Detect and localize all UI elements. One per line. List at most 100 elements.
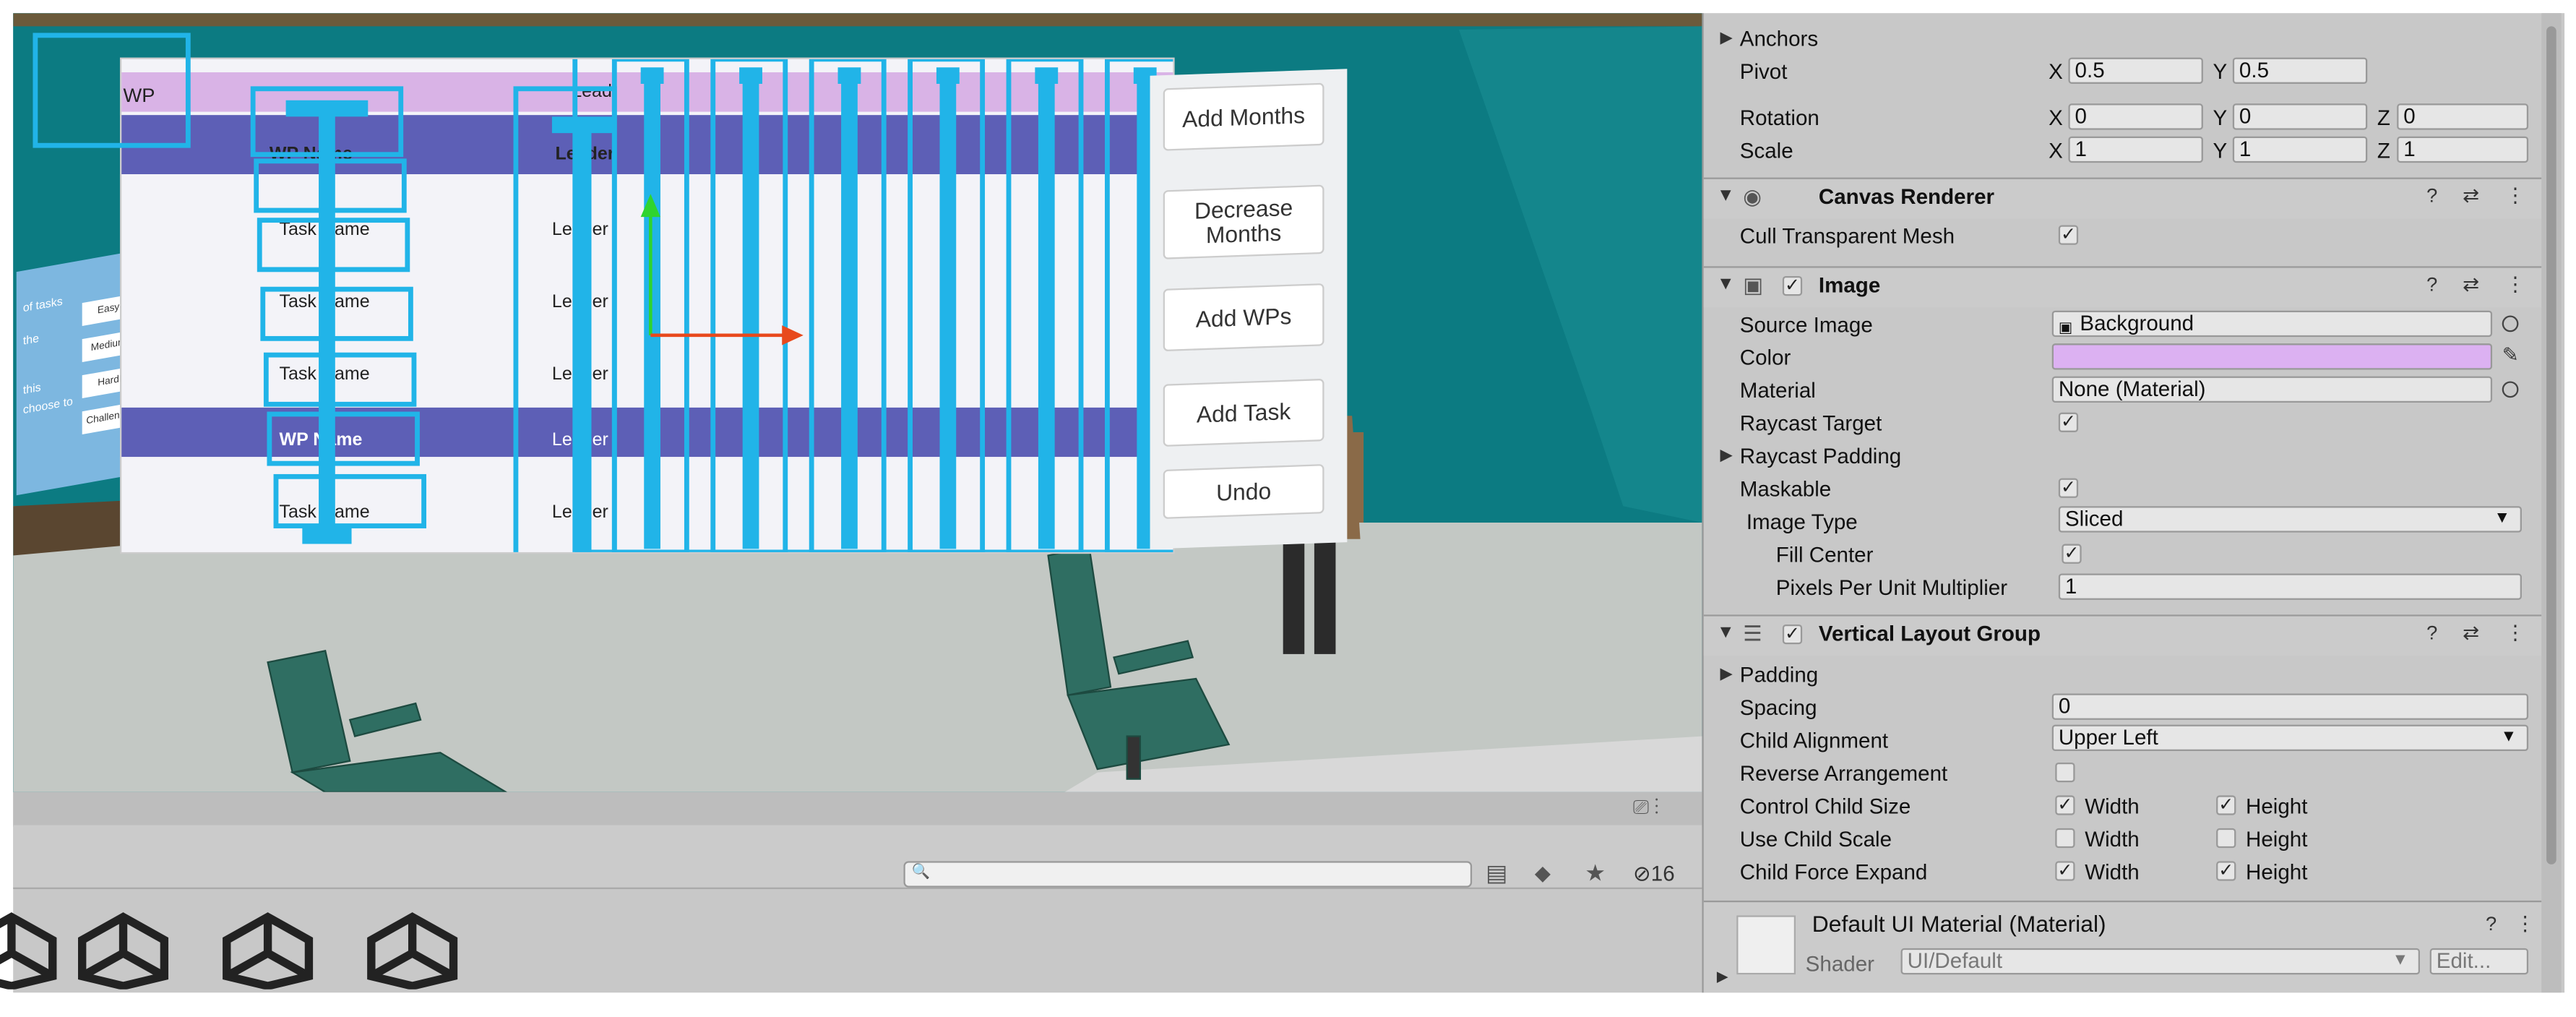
material-row: Material None (Material): [1704, 374, 2542, 407]
hidden-count-value: 16: [1650, 861, 1675, 886]
unity-asset-icon[interactable]: [0, 911, 59, 990]
fold-arrow-icon[interactable]: ▼: [1717, 186, 1735, 205]
image-header[interactable]: ▼ ▣ ✓ Image ? ⇄ ⋮: [1703, 266, 2542, 308]
decrease-months-button[interactable]: Decrease Months: [1163, 184, 1324, 259]
preset-icon[interactable]: ⇄: [2463, 273, 2479, 296]
unity-asset-icon[interactable]: [365, 911, 460, 990]
control-height-checkbox[interactable]: ✓: [2216, 795, 2236, 815]
rotation-z-field[interactable]: 0: [2397, 103, 2529, 130]
canvas-renderer-header[interactable]: ▼ ◉ Canvas Renderer ? ⇄ ⋮: [1703, 177, 2542, 219]
add-task-button[interactable]: Add Task: [1163, 378, 1324, 447]
shader-select[interactable]: UI/Default ▼: [1900, 948, 2421, 975]
maskable-checkbox[interactable]: ✓: [2058, 478, 2079, 498]
lock-icon[interactable]: ⎚ ⋮: [1633, 795, 1659, 820]
more-icon[interactable]: ⋮: [2505, 184, 2525, 207]
material-preview-block[interactable]: Default UI Material (Material) ? ⋮ Shade…: [1703, 900, 2542, 993]
material-field[interactable]: None (Material): [2051, 376, 2493, 403]
pivot-y-field[interactable]: 0.5: [2232, 57, 2368, 84]
padding-row[interactable]: ▶ Padding: [1704, 659, 2542, 692]
preset-icon[interactable]: ⇄: [2463, 184, 2479, 207]
scale-z-field[interactable]: 1: [2397, 136, 2529, 163]
edit-shader-button[interactable]: Edit...: [2429, 948, 2529, 975]
gantt-board[interactable]: Lead WP Name Leader Task Name Leader Tas…: [121, 59, 1173, 552]
cull-checkbox[interactable]: ✓: [2058, 225, 2079, 245]
object-picker-icon[interactable]: [2502, 315, 2519, 332]
vertical-layout-group-header[interactable]: ▼ ☰ ✓ Vertical Layout Group ? ⇄ ⋮: [1703, 614, 2542, 656]
eyedropper-icon[interactable]: ✎: [2502, 343, 2519, 366]
reverse-arrangement-label: Reverse Arrangement: [1739, 760, 1948, 786]
hidden-count[interactable]: ⊘16: [1633, 861, 1675, 887]
project-panel: ⎚ ⋮ 🔍 ▤ ⬥ ★ ⊘16: [0, 791, 1702, 993]
image-type-select[interactable]: Sliced ▼: [2058, 506, 2522, 533]
scale-y-field[interactable]: 1: [2232, 136, 2368, 163]
raycast-target-row: Raycast Target ✓: [1704, 408, 2542, 440]
help-icon[interactable]: ?: [2426, 621, 2437, 644]
object-picker-icon[interactable]: [2502, 381, 2519, 398]
unity-asset-icon[interactable]: [220, 911, 316, 990]
spacing-row: Spacing 0: [1704, 692, 2542, 724]
image-enabled-checkbox[interactable]: ✓: [1782, 275, 1803, 296]
ppu-label: Pixels Per Unit Multiplier: [1775, 575, 2008, 600]
more-icon[interactable]: ⋮: [2505, 273, 2525, 296]
inspector-scrollbar[interactable]: [2541, 13, 2562, 993]
fold-arrow-icon[interactable]: ▼: [1717, 275, 1735, 294]
filter-icon[interactable]: ▤: [1482, 858, 1512, 888]
add-wps-button[interactable]: Add WPs: [1163, 283, 1324, 352]
scrollbar-thumb[interactable]: [2546, 26, 2556, 864]
rotation-y-field[interactable]: 0: [2232, 103, 2368, 130]
source-image-field[interactable]: ▣ Background: [2051, 310, 2493, 338]
anchors-row[interactable]: ▶ Anchors: [1704, 23, 2542, 56]
more-icon[interactable]: ⋮: [2515, 912, 2535, 935]
rotation-x-field[interactable]: 0: [2068, 103, 2203, 130]
control-child-size-row: Control Child Size ✓ Width ✓ Height: [1704, 791, 2542, 823]
spacing-field[interactable]: 0: [2051, 693, 2529, 720]
reverse-arrangement-row: Reverse Arrangement: [1704, 758, 2542, 790]
maskable-row: Maskable ✓: [1704, 473, 2542, 506]
ppu-field[interactable]: 1: [2058, 573, 2522, 600]
help-icon[interactable]: ?: [2426, 273, 2437, 296]
control-width-checkbox[interactable]: ✓: [2055, 795, 2075, 815]
unity-asset-icon[interactable]: [76, 911, 171, 990]
expand-height-checkbox[interactable]: ✓: [2216, 861, 2236, 881]
raycast-padding-row[interactable]: ▶ Raycast Padding: [1704, 440, 2542, 473]
axis-y-label: Y: [2213, 105, 2228, 130]
cull-label: Cull Transparent Mesh: [1739, 223, 1955, 249]
image-icon: ▣: [1743, 273, 1764, 298]
preset-icon[interactable]: ⇄: [2463, 621, 2479, 644]
expand-arrow-icon[interactable]: ▶: [1720, 30, 1733, 48]
left-panel-text: of tasks: [22, 296, 63, 315]
expand-width-checkbox[interactable]: ✓: [2055, 861, 2075, 881]
source-image-label: Source Image: [1739, 312, 1873, 338]
tag-icon[interactable]: ⬥: [1528, 858, 1557, 888]
vlg-enabled-checkbox[interactable]: ✓: [1782, 624, 1803, 645]
axis-x-label: X: [2049, 59, 2063, 84]
expand-arrow-icon[interactable]: ▶: [1720, 447, 1733, 465]
anchors-label: Anchors: [1739, 26, 1819, 51]
more-icon[interactable]: ⋮: [2505, 621, 2525, 644]
expand-arrow-icon[interactable]: ▶: [1720, 666, 1733, 684]
expand-arrow-icon[interactable]: ▶: [1717, 968, 1728, 986]
help-icon[interactable]: ?: [2486, 912, 2497, 935]
help-icon[interactable]: ?: [2426, 184, 2437, 207]
scale-x-field[interactable]: 1: [2068, 136, 2203, 163]
fill-center-checkbox[interactable]: ✓: [2062, 544, 2082, 564]
dropdown-arrow-icon: ▼: [2500, 728, 2517, 747]
scale-width-checkbox[interactable]: [2055, 828, 2075, 849]
pivot-x-field[interactable]: 0.5: [2068, 57, 2203, 84]
fold-arrow-icon[interactable]: ▼: [1717, 623, 1735, 643]
fill-center-row: Fill Center ✓: [1704, 539, 2542, 572]
reverse-arrangement-checkbox[interactable]: [2055, 762, 2075, 783]
add-months-button[interactable]: Add Months: [1163, 82, 1324, 151]
star-icon[interactable]: ★: [1580, 858, 1610, 888]
color-swatch[interactable]: [2051, 343, 2493, 370]
scale-height-checkbox[interactable]: [2216, 828, 2236, 849]
search-input[interactable]: 🔍: [903, 861, 1473, 888]
scene-view[interactable]: of tasks the this choose to Easy Medium …: [13, 13, 1702, 792]
wp-label-selection[interactable]: WP: [33, 33, 191, 148]
raycast-target-checkbox[interactable]: ✓: [2058, 412, 2079, 432]
component-title: Canvas Renderer: [1818, 184, 1995, 209]
left-panel-text: the: [22, 333, 39, 348]
child-alignment-select[interactable]: Upper Left ▼: [2051, 724, 2529, 752]
height-label: Height: [2246, 859, 2308, 885]
undo-button[interactable]: Undo: [1163, 464, 1324, 520]
